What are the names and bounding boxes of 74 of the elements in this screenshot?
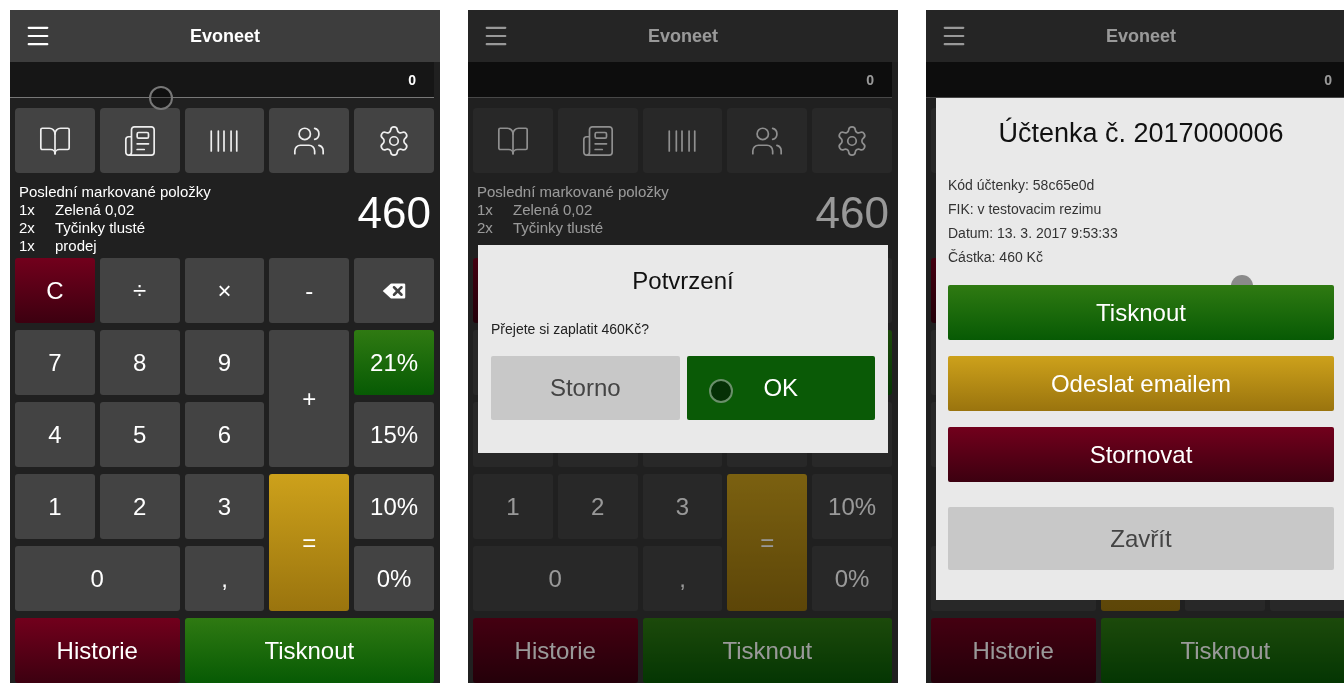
keypad-key[interactable]: 8 [99, 330, 180, 395]
item-name: Tyčinky tlusté [513, 219, 604, 237]
display-value: 0 [408, 71, 416, 88]
keypad-key[interactable]: 0 [473, 546, 638, 611]
keypad-key[interactable]: 10% [812, 474, 892, 539]
receipt-detail: Kód účtenky: 58c65e0d [948, 176, 1096, 195]
toolbar-button[interactable] [354, 108, 434, 173]
toolbar-button[interactable] [557, 108, 638, 173]
document-list-icon [122, 123, 157, 158]
keypad-key[interactable]: × [184, 258, 265, 323]
keypad-key[interactable]: Historie [15, 618, 180, 683]
keypad-key[interactable]: 9 [184, 330, 265, 395]
recent-items-title: Poslední markované položky [477, 183, 669, 201]
keypad-key[interactable]: Historie [473, 618, 638, 683]
dialog-message: Přejete si zaplatit 460Kč? [491, 321, 650, 337]
keypad-key[interactable]: 0% [354, 546, 434, 611]
keypad-key[interactable]: Historie [931, 618, 1096, 683]
total-amount: 460 [357, 187, 431, 239]
keypad-key[interactable]: 5 [99, 402, 180, 467]
keypad-key[interactable]: 21% [354, 330, 434, 395]
receipt-detail: FIK: v testovacim rezimu [948, 200, 1103, 219]
recent-items-title: Poslední markované položky [19, 183, 211, 201]
keypad-key[interactable]: 3 [184, 474, 265, 539]
dialog-button[interactable]: Zavřít [948, 507, 1334, 570]
item-quantity: 1x [19, 201, 36, 219]
keypad-key[interactable]: Tisknout [642, 618, 892, 683]
toolbar-button[interactable] [269, 108, 350, 173]
display-value: 0 [866, 71, 874, 88]
keypad-key[interactable]: 10% [354, 474, 434, 539]
keypad-key[interactable]: C [15, 258, 95, 323]
total-amount: 460 [815, 187, 889, 239]
keypad-key[interactable]: Tisknout [184, 618, 434, 683]
item-quantity: 2x [477, 219, 494, 237]
toolbar-button[interactable] [184, 108, 265, 173]
keypad-key[interactable]: 2 [557, 474, 638, 539]
keypad-key[interactable]: + [269, 330, 350, 467]
keypad-key[interactable]: 7 [15, 330, 95, 395]
keypad-key[interactable]: 4 [15, 402, 95, 467]
dialog-title: Účtenka č. 2017000006 [998, 118, 1284, 149]
toolbar-button[interactable] [15, 108, 95, 173]
keypad-key[interactable]: ÷ [99, 258, 180, 323]
dialog-button[interactable]: Tisknout [948, 285, 1334, 340]
dialog-button[interactable]: Storno [491, 356, 680, 420]
keypad-key[interactable]: - [269, 258, 350, 323]
keypad-key[interactable]: 2 [99, 474, 180, 539]
keypad-key[interactable]: Tisknout [1100, 618, 1344, 683]
keypad-key[interactable]: 0 [15, 546, 180, 611]
item-name: Zelená 0,02 [513, 201, 593, 219]
app-title: Evoneet [1106, 25, 1176, 47]
keypad-key[interactable]: 0% [812, 546, 892, 611]
dialog-button[interactable]: OK [686, 356, 875, 420]
receipt-detail: Částka: 460 Kč [948, 248, 1044, 267]
receipt-detail: Datum: 13. 3. 2017 9:53:33 [948, 224, 1119, 243]
keypad-key[interactable]: , [642, 546, 723, 611]
item-name: prodej [55, 237, 97, 255]
keypad-key[interactable]: 1 [473, 474, 553, 539]
document-list-icon [580, 123, 615, 158]
keypad-key[interactable]: 15% [354, 402, 434, 467]
keypad-key[interactable]: 3 [642, 474, 723, 539]
keypad-key[interactable]: , [184, 546, 265, 611]
item-quantity: 1x [19, 237, 36, 255]
dialog-button[interactable]: Stornovat [948, 427, 1334, 482]
display-value: 0 [1324, 71, 1332, 88]
item-quantity: 2x [19, 219, 36, 237]
item-name: Tyčinky tlusté [55, 219, 146, 237]
keypad-key[interactable]: 1 [15, 474, 95, 539]
item-name: Zelená 0,02 [55, 201, 135, 219]
dialog-title: Potvrzení [632, 267, 734, 295]
keypad-key[interactable]: 6 [184, 402, 265, 467]
app-title: Evoneet [648, 25, 718, 47]
item-quantity: 1x [477, 201, 494, 219]
toolbar-button[interactable] [99, 108, 180, 173]
keypad-key[interactable] [354, 258, 434, 323]
app-title: Evoneet [190, 25, 260, 47]
